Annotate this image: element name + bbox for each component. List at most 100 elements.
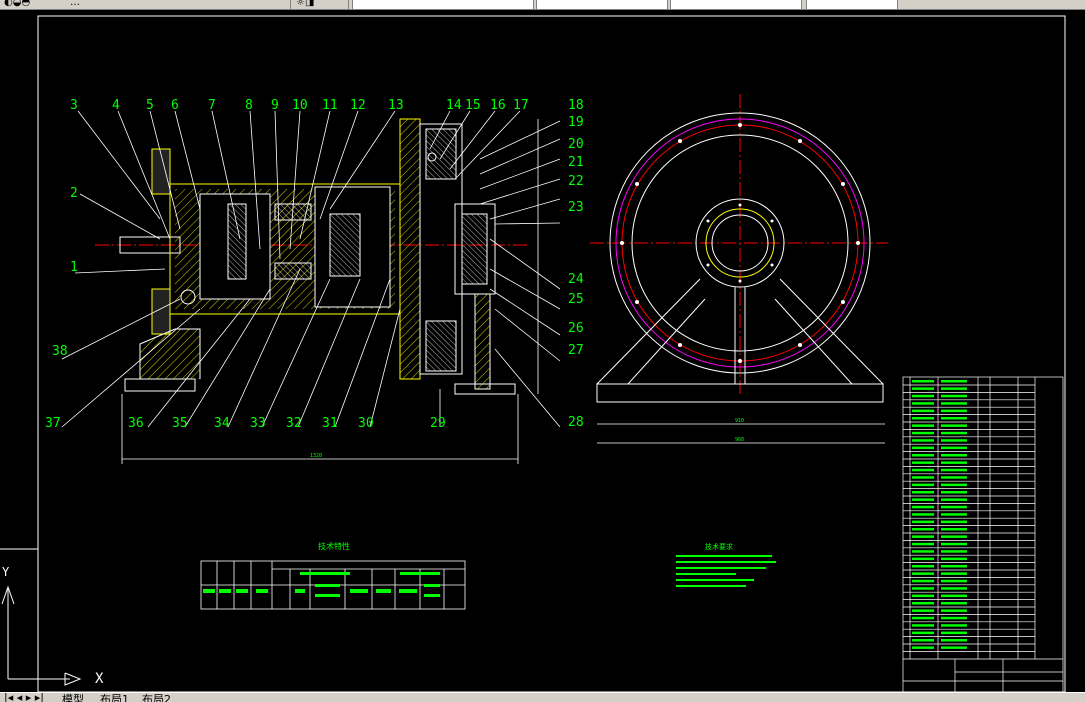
ucs-x-label: X <box>95 671 104 687</box>
part-label: 16 <box>490 98 506 113</box>
part-label: 25 <box>568 292 584 307</box>
bom-cell-mark <box>912 528 934 531</box>
bom-cell-mark <box>941 624 967 627</box>
bom-cell-mark <box>912 631 934 635</box>
bom-cell-mark <box>941 542 967 546</box>
bom-cell-mark <box>941 483 967 487</box>
ucs-y-label: Y <box>2 565 10 579</box>
bom-cell-mark <box>912 602 934 605</box>
bom-cell-mark <box>941 468 967 472</box>
part-label: 22 <box>568 174 584 189</box>
bom-cell-mark <box>912 535 934 538</box>
dimension-text: 1320 <box>310 453 322 459</box>
bom-cell-mark <box>912 565 934 568</box>
bom-cell-mark <box>912 609 934 612</box>
bom-cell-mark <box>912 505 934 509</box>
bom-cell-mark <box>941 498 967 501</box>
bom-cell-mark <box>912 380 934 383</box>
bom-cell-mark <box>941 446 967 450</box>
bom-cell-mark <box>912 476 934 479</box>
bom-cell-mark <box>912 417 934 420</box>
bom-cell-mark <box>941 417 967 420</box>
part-label: 38 <box>52 344 68 359</box>
drawing-canvas[interactable]: 3 4 5 6 7 8 9 10 11 12 13 14 15 16 17 18… <box>0 9 1085 693</box>
bom-cell-mark <box>912 624 934 627</box>
part-label: 37 <box>45 416 61 431</box>
part-label: 15 <box>465 98 481 113</box>
part-label: 21 <box>568 155 584 170</box>
part-label: 27 <box>568 343 584 358</box>
bom-cell-mark <box>912 454 934 457</box>
bom-cell-mark <box>912 409 934 413</box>
bom-cell-mark <box>941 565 967 568</box>
part-label: 12 <box>350 98 366 113</box>
bom-cell-mark <box>912 594 934 598</box>
part-label: 9 <box>271 98 279 113</box>
part-label: 17 <box>513 98 529 113</box>
bom-cell-mark <box>941 594 967 598</box>
bom-cell-mark <box>912 557 934 561</box>
part-label: 11 <box>322 98 338 113</box>
part-label: 30 <box>358 416 374 431</box>
bom-cell-mark <box>941 557 967 561</box>
bom-cell-mark <box>941 476 967 479</box>
bom-cell-mark <box>912 491 934 494</box>
toolbar-icons[interactable]: ◐◒◓ <box>4 0 30 9</box>
part-label: 1 <box>70 260 78 275</box>
part-label: 10 <box>292 98 308 113</box>
bom-cell-mark <box>941 646 967 649</box>
part-label: 32 <box>286 416 302 431</box>
bom-cell-mark <box>912 446 934 450</box>
bom-cell-mark <box>912 639 934 642</box>
bom-cell-mark <box>912 616 934 620</box>
toolbar-separator <box>290 0 291 9</box>
bom-cell-mark <box>941 387 967 390</box>
bom-cell-mark <box>941 402 967 405</box>
bom-cell-mark <box>941 609 967 612</box>
bom-cell-mark <box>941 631 967 635</box>
bom-cell-mark <box>912 424 934 427</box>
bom-cell-mark <box>941 639 967 642</box>
part-label: 8 <box>245 98 253 113</box>
part-label: 7 <box>208 98 216 113</box>
part-label: 2 <box>70 186 78 201</box>
side-view <box>590 94 888 403</box>
part-label: 6 <box>171 98 179 113</box>
bom-cell-mark <box>912 498 934 501</box>
bom-cell-mark <box>941 380 967 383</box>
bom-cell-mark <box>912 468 934 472</box>
bom-cell-mark <box>912 431 934 435</box>
bom-cell-mark <box>941 454 967 457</box>
bom-cell-mark <box>912 542 934 546</box>
bom-cell-mark <box>912 513 934 516</box>
part-label: 4 <box>112 98 120 113</box>
tech-req-title: 技术要求 <box>705 542 733 551</box>
section-view <box>95 118 530 395</box>
part-label: 28 <box>568 415 584 430</box>
tech-spec-cells <box>203 572 440 597</box>
bom-cell-mark <box>941 409 967 413</box>
bom-cell-mark <box>941 424 967 427</box>
bom-cell-mark <box>941 439 967 442</box>
bom-cell-mark <box>912 394 934 398</box>
bom-cell-mark <box>941 520 967 524</box>
dimension-text: 910 <box>735 418 744 424</box>
bom-cell-mark <box>941 491 967 494</box>
bom-cell-mark <box>912 439 934 442</box>
part-label: 5 <box>146 98 154 113</box>
part-label: 34 <box>214 416 230 431</box>
bom-cell-mark <box>912 646 934 649</box>
tech-spec-title: 技术特性 <box>318 541 350 551</box>
layer-icons[interactable]: ☼◨ <box>296 0 314 9</box>
part-label: 3 <box>70 98 78 113</box>
part-label: 18 <box>568 98 584 113</box>
bom-table <box>902 376 1064 693</box>
part-label: 23 <box>568 200 584 215</box>
toolbar-separator <box>348 0 349 9</box>
bom-cell-mark <box>941 461 967 464</box>
tech-req-lines <box>676 555 776 587</box>
bom-cell-mark <box>912 483 934 487</box>
bom-cell-mark <box>912 550 934 553</box>
bom-cell-mark <box>912 387 934 390</box>
bom-cell-mark <box>912 461 934 464</box>
